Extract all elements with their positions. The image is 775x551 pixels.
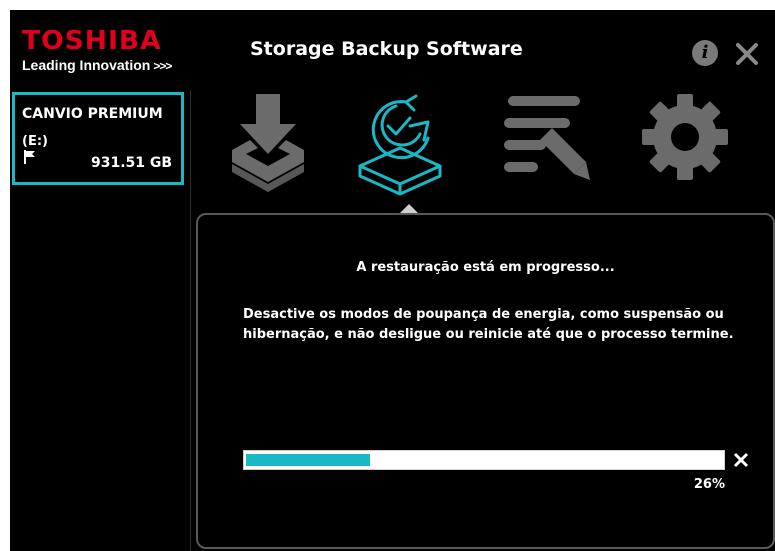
tagline-chevrons: >>> [153, 59, 172, 73]
close-icon [736, 43, 758, 65]
close-icon [733, 452, 749, 468]
cancel-restore-button[interactable] [733, 452, 749, 468]
progress-bar [243, 450, 725, 470]
drive-name: CANVIO PREMIUM [22, 106, 163, 122]
flag-icon [24, 150, 35, 164]
app-window: TOSHIBA Leading Innovation >>> Storage Ba… [10, 10, 775, 551]
drive-card-selected[interactable]: CANVIO PREMIUM (E:) 931.51 GB [12, 92, 184, 185]
download-to-tray-icon [232, 94, 304, 192]
drive-capacity: 931.51 GB [91, 155, 173, 171]
brand-name: TOSHIBA [22, 26, 162, 56]
gear-icon [642, 94, 728, 180]
tagline-text: Leading Innovation [22, 57, 151, 73]
backup-tab[interactable] [218, 92, 318, 202]
title-bar: TOSHIBA Leading Innovation >>> Storage Ba… [10, 10, 775, 85]
settings-tab[interactable] [635, 92, 735, 202]
panel-message: Desactive os modos de poupança de energi… [243, 307, 734, 342]
restore-refresh-icon [358, 94, 442, 196]
close-button[interactable] [733, 40, 761, 68]
brand-logo: TOSHIBA Leading Innovation >>> [22, 26, 172, 75]
progress-percent: 26% [693, 477, 725, 492]
list-edit-icon [504, 96, 590, 180]
sidebar: CANVIO PREMIUM (E:) 931.51 GB [10, 90, 191, 551]
brand-tagline: Leading Innovation >>> [22, 56, 172, 75]
progress-bar-fill [246, 454, 370, 466]
restore-tab[interactable] [350, 92, 450, 202]
drive-letter: (E:) [22, 134, 48, 149]
info-button[interactable]: i [692, 40, 718, 66]
edit-list-tab[interactable] [490, 92, 590, 202]
restore-progress-panel: A restauração está em progresso... Desac… [196, 213, 775, 549]
app-title: Storage Backup Software [250, 38, 523, 60]
panel-heading: A restauração está em progresso... [356, 260, 615, 275]
